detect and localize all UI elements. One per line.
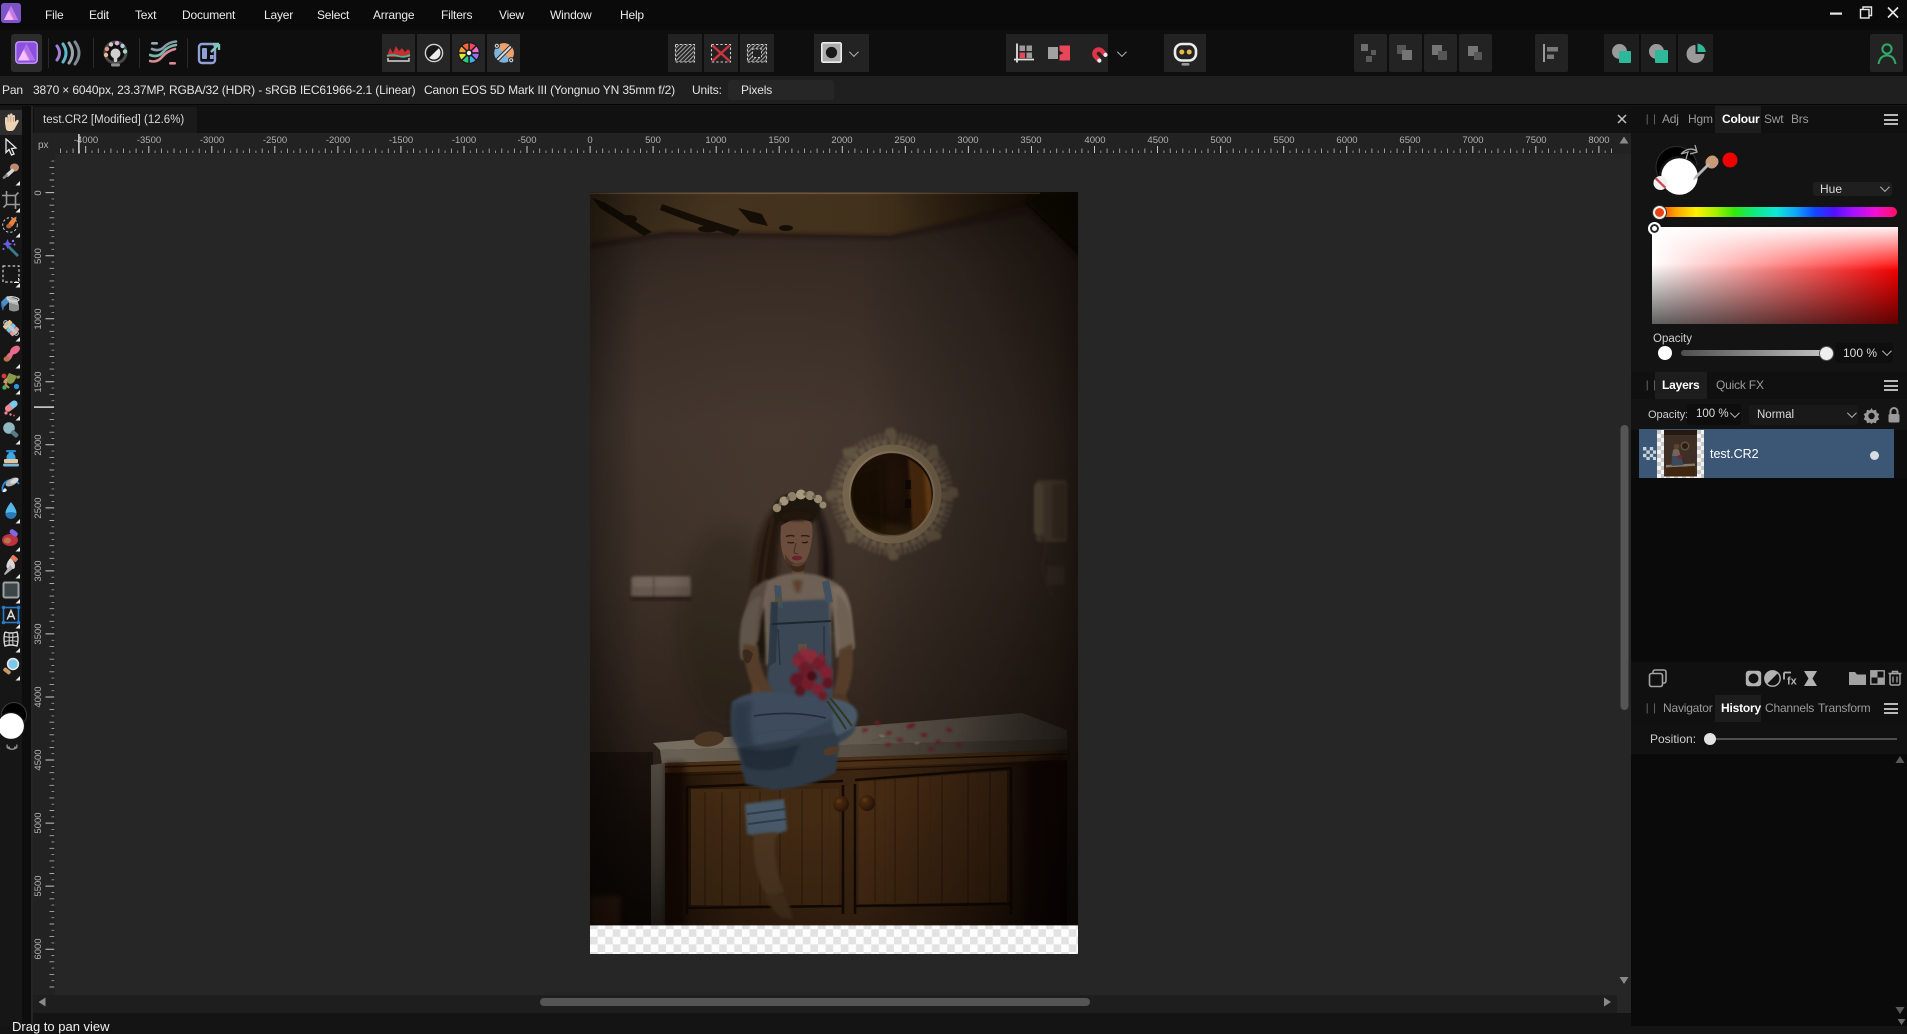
svg-text:-2000: -2000	[326, 135, 350, 146]
svg-text:3500: 3500	[1020, 135, 1041, 146]
svg-text:0: 0	[587, 135, 592, 146]
svg-text:1500: 1500	[33, 371, 44, 392]
svg-text:3000: 3000	[33, 560, 44, 581]
svg-text:5000: 5000	[1210, 135, 1231, 146]
svg-text:3500: 3500	[33, 623, 44, 644]
svg-text:6000: 6000	[33, 938, 44, 959]
svg-text:3000: 3000	[957, 135, 978, 146]
svg-text:-4000: -4000	[74, 135, 98, 146]
svg-text:-2500: -2500	[263, 135, 287, 146]
svg-text:1000: 1000	[705, 135, 726, 146]
svg-text:500: 500	[645, 135, 661, 146]
svg-text:7000: 7000	[1462, 135, 1483, 146]
svg-text:2500: 2500	[33, 497, 44, 518]
svg-text:4000: 4000	[1084, 135, 1105, 146]
svg-text:8000: 8000	[1588, 135, 1609, 146]
svg-text:-500: -500	[517, 135, 536, 146]
svg-text:5500: 5500	[1273, 135, 1294, 146]
svg-text:2000: 2000	[831, 135, 852, 146]
svg-text:6000: 6000	[1336, 135, 1357, 146]
svg-text:4500: 4500	[33, 749, 44, 770]
svg-text:2500: 2500	[894, 135, 915, 146]
svg-text:-3500: -3500	[137, 135, 161, 146]
svg-text:fx: fx	[1787, 676, 1798, 688]
svg-text:-3000: -3000	[200, 135, 224, 146]
svg-text:-1500: -1500	[389, 135, 413, 146]
svg-text:1000: 1000	[33, 308, 44, 329]
svg-text:5500: 5500	[33, 875, 44, 896]
svg-text:-1000: -1000	[452, 135, 476, 146]
svg-text:7500: 7500	[1525, 135, 1546, 146]
svg-text:4500: 4500	[1147, 135, 1168, 146]
svg-text:0: 0	[33, 190, 44, 195]
svg-text:500: 500	[33, 248, 44, 264]
svg-text:1500: 1500	[768, 135, 789, 146]
svg-text:6500: 6500	[1399, 135, 1420, 146]
svg-text:5000: 5000	[33, 812, 44, 833]
svg-text:2000: 2000	[33, 434, 44, 455]
svg-text:4000: 4000	[33, 686, 44, 707]
